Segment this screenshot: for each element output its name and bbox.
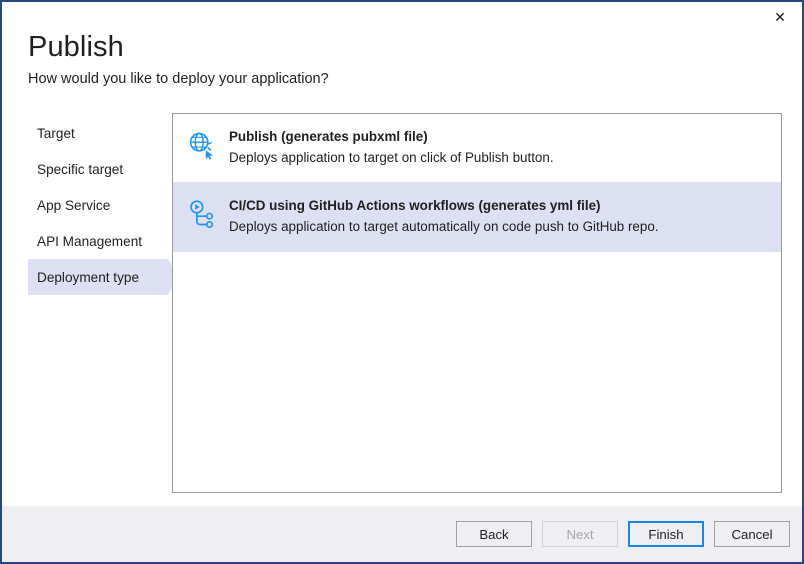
sidebar-item-label: App Service bbox=[37, 198, 110, 213]
sidebar-item-specific-target[interactable]: Specific target bbox=[28, 151, 168, 187]
deployment-type-options-panel: Publish (generates pubxml file) Deploys … bbox=[172, 113, 782, 493]
option-publish-pubxml[interactable]: Publish (generates pubxml file) Deploys … bbox=[173, 114, 781, 183]
pipeline-icon bbox=[185, 197, 219, 231]
back-button[interactable]: Back bbox=[456, 521, 532, 547]
sidebar-item-deployment-type[interactable]: Deployment type bbox=[28, 259, 168, 295]
option-text-block: Publish (generates pubxml file) Deploys … bbox=[229, 127, 554, 168]
dialog-footer: Back Next Finish Cancel bbox=[2, 506, 802, 562]
next-button: Next bbox=[542, 521, 618, 547]
finish-button[interactable]: Finish bbox=[628, 521, 704, 547]
option-description: Deploys application to target automatica… bbox=[229, 218, 659, 237]
sidebar-item-target[interactable]: Target bbox=[28, 115, 168, 151]
sidebar-item-label: Target bbox=[37, 126, 75, 141]
cancel-button[interactable]: Cancel bbox=[714, 521, 790, 547]
sidebar-item-label: API Management bbox=[37, 234, 142, 249]
option-title: CI/CD using GitHub Actions workflows (ge… bbox=[229, 197, 659, 215]
option-text-block: CI/CD using GitHub Actions workflows (ge… bbox=[229, 196, 659, 237]
close-glyph: ✕ bbox=[774, 10, 786, 24]
page-title: Publish bbox=[28, 32, 728, 62]
sidebar-item-app-service[interactable]: App Service bbox=[28, 187, 168, 223]
option-title: Publish (generates pubxml file) bbox=[229, 128, 554, 146]
close-icon[interactable]: ✕ bbox=[758, 2, 802, 32]
dialog-header: Publish How would you like to deploy you… bbox=[28, 32, 728, 89]
dialog-titlebar: ✕ bbox=[2, 2, 802, 32]
sidebar-item-api-management[interactable]: API Management bbox=[28, 223, 168, 259]
globe-click-icon bbox=[185, 128, 219, 162]
page-subtitle: How would you like to deploy your applic… bbox=[28, 71, 728, 88]
publish-dialog: ✕ Publish How would you like to deploy y… bbox=[0, 0, 804, 564]
wizard-step-sidebar: Target Specific target App Service API M… bbox=[28, 115, 168, 295]
sidebar-item-label: Specific target bbox=[37, 162, 123, 177]
sidebar-item-label: Deployment type bbox=[37, 270, 139, 285]
option-cicd-github-actions[interactable]: CI/CD using GitHub Actions workflows (ge… bbox=[173, 183, 781, 252]
option-description: Deploys application to target on click o… bbox=[229, 149, 554, 168]
